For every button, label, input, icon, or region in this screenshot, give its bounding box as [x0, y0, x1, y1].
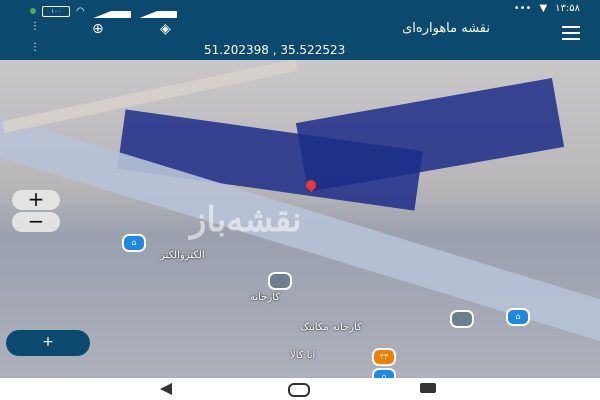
- whatsapp-icon: [30, 8, 36, 14]
- status-time: ۱۳:۵۸: [555, 3, 580, 14]
- page-title: نقشه ماهواره‌ای: [402, 21, 490, 36]
- zoom-in-button[interactable]: +: [12, 189, 60, 210]
- vertical-dots-icon[interactable]: ⋮: [30, 42, 40, 53]
- map-pin[interactable]: ⌂: [122, 234, 146, 252]
- map-label: کارخانه: [250, 292, 281, 303]
- signal-icon: [90, 3, 131, 19]
- coords-bar: ⋮ 51.202398 , 35.522523: [0, 42, 600, 60]
- zoom-out-button[interactable]: −: [12, 211, 60, 232]
- locate-icon[interactable]: ⊕: [92, 21, 104, 37]
- dots-icon: •••: [513, 3, 532, 14]
- watermark: نقشه‌باز: [190, 200, 302, 240]
- map-label: انا کالا: [290, 350, 316, 361]
- map-pin[interactable]: ⌂: [372, 368, 396, 378]
- vertical-dots-icon[interactable]: ⋮: [30, 21, 40, 32]
- system-nav-bar: [0, 378, 600, 400]
- signal-icon: [136, 3, 177, 19]
- satellite-map[interactable]: نقشه‌باز ⌂ الکتروالکتر کارخانه کارخانه م…: [0, 60, 600, 378]
- app-header: ⋮ ⊕ ◈ نقشه ماهواره‌ای: [0, 18, 600, 42]
- map-pin[interactable]: [450, 310, 474, 328]
- layers-icon[interactable]: ◈: [160, 21, 171, 37]
- map-label: کارخانه مکانیک: [300, 322, 362, 333]
- wifi-icon: ◠: [76, 5, 85, 17]
- map-pin[interactable]: ⌂: [506, 308, 530, 326]
- shadow-area: [295, 77, 565, 193]
- map-pin[interactable]: ۲۴: [372, 348, 396, 366]
- coordinate-readout: 51.202398 , 35.522523: [204, 43, 346, 57]
- status-bar: ۱۰۰ ◠ ••• ▼ ۱۳:۵۸: [0, 0, 600, 19]
- add-button[interactable]: +: [6, 330, 90, 356]
- map-pin[interactable]: [268, 272, 292, 290]
- home-icon[interactable]: [288, 383, 310, 397]
- battery-icon: ۱۰۰: [42, 5, 70, 17]
- map-label: الکتروالکتر: [160, 250, 205, 261]
- back-icon[interactable]: [160, 383, 172, 395]
- hamburger-icon[interactable]: [562, 26, 580, 40]
- chat-icon: ▼: [539, 3, 548, 14]
- recent-icon[interactable]: [420, 383, 436, 393]
